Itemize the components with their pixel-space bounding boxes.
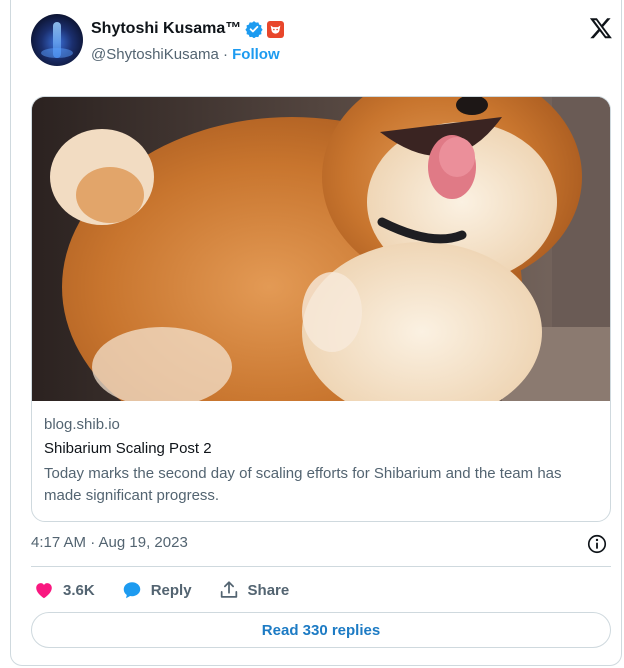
follow-button[interactable]: Follow xyxy=(232,46,280,63)
like-count: 3.6K xyxy=(63,581,95,599)
share-label: Share xyxy=(247,581,290,599)
x-logo-icon[interactable] xyxy=(589,16,613,40)
link-description: Today marks the second day of scaling ef… xyxy=(44,465,562,504)
action-bar: 3.6K Reply Share xyxy=(33,576,315,604)
author-name-row: Shytoshi Kusama™ xyxy=(91,20,285,38)
handle-separator: · xyxy=(222,46,228,63)
post-timestamp[interactable]: 4:17 AM · Aug 19, 2023 xyxy=(31,534,188,551)
verified-badge-icon xyxy=(245,20,263,38)
read-replies-button[interactable]: Read 330 replies xyxy=(31,612,611,648)
share-icon xyxy=(220,581,237,598)
reply-label: Reply xyxy=(150,581,192,599)
avatar[interactable] xyxy=(31,14,83,66)
share-button[interactable]: Share xyxy=(218,579,290,601)
link-preview-image xyxy=(32,97,610,401)
link-domain: blog.shib.io xyxy=(44,416,120,433)
author-handle-row: @ShytoshiKusama · Follow xyxy=(91,46,280,63)
avatar-base xyxy=(41,48,73,58)
reply-bubble-icon xyxy=(123,582,140,599)
like-button[interactable]: 3.6K xyxy=(33,579,95,601)
embedded-post-card: Shytoshi Kusama™ @ShytoshiKusama · Follo… xyxy=(10,0,622,666)
post-header: Shytoshi Kusama™ @ShytoshiKusama · Follo… xyxy=(31,14,615,70)
link-preview-text: blog.shib.io Shibarium Scaling Post 2 To… xyxy=(32,401,610,521)
author-handle[interactable]: @ShytoshiKusama xyxy=(91,46,219,63)
divider xyxy=(31,566,611,567)
shiba-badge-icon xyxy=(267,20,285,38)
reply-button[interactable]: Reply xyxy=(121,579,192,601)
author-name[interactable]: Shytoshi Kusama™ xyxy=(91,20,241,38)
link-title: Shibarium Scaling Post 2 xyxy=(44,440,212,457)
link-preview-card[interactable]: blog.shib.io Shibarium Scaling Post 2 To… xyxy=(31,96,611,522)
info-icon[interactable] xyxy=(586,533,608,555)
heart-icon xyxy=(36,583,52,599)
